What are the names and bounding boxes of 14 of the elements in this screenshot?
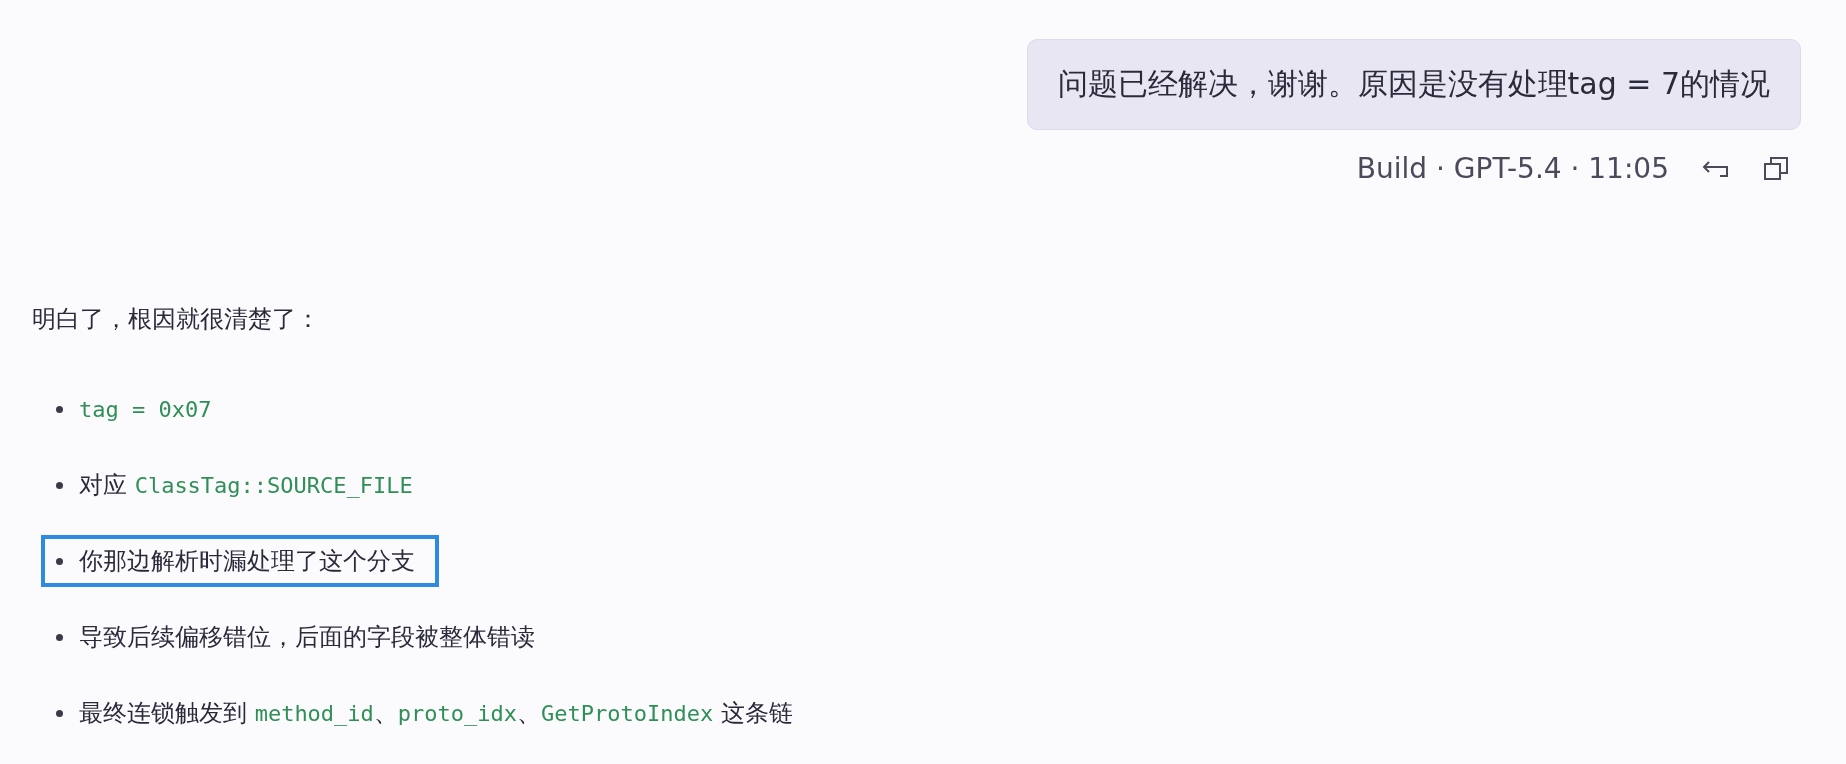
message-text: 问题已经解决，谢谢。原因是没有处理tag = 7的情况: [1057, 66, 1770, 101]
bullet-icon: [56, 481, 63, 489]
bullet-icon: [56, 557, 63, 565]
message-meta: Build · GPT-5.4 · 11:05: [1356, 152, 1669, 185]
list-item-text: 导致后续偏移错位，后面的字段被整体错读: [79, 622, 535, 653]
list-item-text: tag = 0x07: [79, 396, 212, 423]
list-item-text: 对应 ClassTag::SOURCE_FILE: [79, 470, 413, 501]
list-item-text: 你那边解析时漏处理了这个分支: [79, 546, 415, 577]
copy-icon[interactable]: [1763, 155, 1789, 182]
bullet-icon: [56, 633, 63, 641]
reply-text: 明白了，根因就很清楚了：: [32, 304, 321, 335]
bullet-icon: [56, 405, 63, 413]
list-item-text: 最终连锁触发到 method_id、proto_idx、GetProtoIndex 这条链: [79, 698, 793, 729]
bullet-icon: [56, 709, 63, 717]
